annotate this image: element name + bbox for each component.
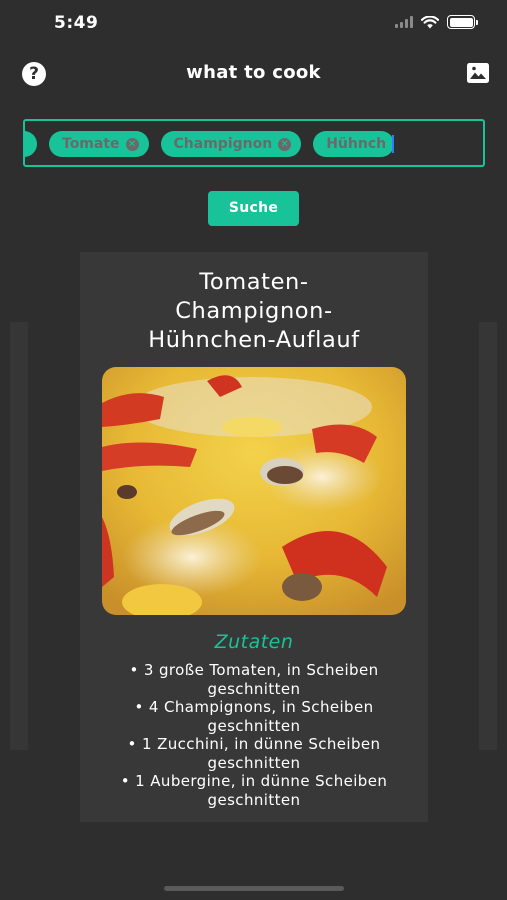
remove-tag-icon[interactable]: ✕ (278, 137, 292, 151)
next-recipe-card[interactable] (479, 322, 497, 750)
battery-icon (447, 15, 478, 29)
battery-level (449, 17, 473, 27)
recipe-title-line: Champignon- (175, 298, 333, 324)
cellular-signal-icon (395, 16, 413, 28)
ingredients-heading: Zutaten (214, 631, 294, 653)
ingredient-item: • 1 Aubergine, in dünne Scheiben geschni… (90, 772, 418, 809)
ingredient-text: • 3 große Tomaten, in Scheiben (129, 661, 379, 679)
search-button[interactable]: Suche (208, 191, 299, 226)
ingredient-text: • 1 Zucchini, in dünne Scheiben (127, 735, 381, 753)
ingredient-text: geschnitten (207, 679, 301, 698)
recipe-card[interactable]: Tomaten- Champignon- Hühnchen-Auflauf Zu… (80, 252, 428, 822)
tag-row: Tomate ✕ Champignon ✕ Hühnch (25, 131, 395, 157)
recipe-photo (102, 367, 406, 615)
tag-chip-editing[interactable]: Hühnch (313, 131, 395, 157)
ingredient-text: geschnitten (207, 716, 301, 735)
status-bar: 5:49 (0, 0, 507, 46)
image-icon[interactable] (467, 63, 489, 83)
nav-bar: ? what to cook (0, 52, 507, 96)
ingredient-item: • 3 große Tomaten, in Scheiben geschnitt… (90, 661, 418, 698)
ingredients-list: • 3 große Tomaten, in Scheiben geschnitt… (90, 661, 418, 809)
status-time: 5:49 (54, 13, 99, 33)
ingredient-text: • 4 Champignons, in Scheiben (134, 698, 374, 716)
recipe-title: Tomaten- Champignon- Hühnchen-Auflauf (80, 268, 428, 355)
wifi-icon (421, 15, 439, 28)
remove-tag-icon[interactable]: ✕ (125, 137, 139, 151)
tag-chip-label: Champignon (173, 136, 273, 152)
page-title: what to cook (186, 62, 321, 83)
ingredient-item: • 1 Zucchini, in dünne Scheiben geschnit… (90, 735, 418, 772)
tag-typing-text: Hühnch (326, 136, 387, 152)
ingredient-tag-input[interactable]: Tomate ✕ Champignon ✕ Hühnch (23, 119, 485, 167)
tag-chip[interactable]: Champignon ✕ (160, 131, 302, 157)
tag-chip-label: Tomate (62, 136, 120, 152)
tag-chip[interactable]: Tomate ✕ (49, 131, 149, 157)
status-icons (395, 15, 478, 29)
ingredient-item: • 4 Champignons, in Scheiben geschnitten (90, 698, 418, 735)
recipe-title-line: Tomaten- (199, 269, 309, 295)
home-indicator[interactable] (164, 886, 344, 891)
tag-chip-partial[interactable] (25, 131, 37, 157)
recipe-title-line: Hühnchen-Auflauf (148, 327, 360, 353)
text-caret (392, 135, 395, 153)
previous-recipe-card[interactable] (10, 322, 28, 750)
ingredient-text: geschnitten (207, 753, 301, 772)
ingredient-text: • 1 Aubergine, in dünne Scheiben (120, 772, 388, 790)
ingredient-text: geschnitten (207, 790, 301, 809)
